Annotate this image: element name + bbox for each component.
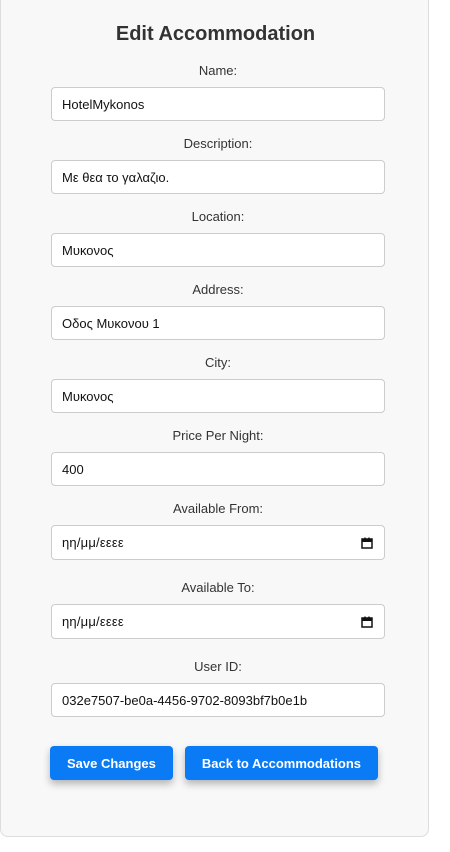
- location-input[interactable]: Μυκονος: [51, 233, 385, 267]
- calendar-icon-svg: [361, 537, 373, 549]
- description-input[interactable]: Με θεα το γαλαζιο.: [51, 160, 385, 194]
- available-to-placeholder: ηη/μμ/εεεε: [62, 614, 124, 629]
- user-id-value: 032e7507-be0a-4456-9702-8093bf7b0e1b: [62, 692, 308, 708]
- address-label: Address:: [192, 282, 244, 297]
- user-id-label: User ID:: [194, 659, 242, 674]
- available-to-date-input[interactable]: ηη/μμ/εεεε: [51, 604, 385, 639]
- accommodation-form: Name: HotelMykonos Description: Με θεα τ…: [51, 62, 385, 731]
- city-label: City:: [205, 355, 231, 370]
- available-from-label: Available From:: [172, 501, 264, 516]
- location-label: Location:: [191, 209, 245, 224]
- user-id-field-group: User ID: 032e7507-be0a-4456-9702-8093bf7…: [51, 658, 385, 717]
- price-per-night-input[interactable]: 400: [51, 452, 385, 486]
- address-input[interactable]: Οδος Μυκονου 1: [51, 306, 385, 340]
- calendar-icon[interactable]: [361, 537, 373, 549]
- city-input[interactable]: Μυκονος: [51, 379, 385, 413]
- name-label: Name:: [198, 63, 238, 78]
- calendar-icon-svg: [361, 616, 373, 628]
- save-changes-button[interactable]: Save Changes: [50, 746, 173, 780]
- description-label: Description:: [183, 136, 253, 151]
- city-input-value: Μυκονος: [62, 388, 114, 404]
- price-per-night-label: Price Per Night:: [172, 428, 264, 443]
- location-input-value: Μυκονος: [62, 242, 114, 258]
- name-input[interactable]: HotelMykonos: [51, 87, 385, 121]
- available-from-placeholder: ηη/μμ/εεεε: [62, 535, 124, 550]
- address-field-group: Address: Οδος Μυκονου 1: [51, 281, 385, 340]
- description-input-value: Με θεα το γαλαζιο.: [62, 169, 170, 185]
- location-field-group: Location: Μυκονος: [51, 208, 385, 267]
- price-per-night-value: 400: [62, 461, 84, 477]
- price-field-group: Price Per Night: 400: [51, 427, 385, 486]
- name-field-group: Name: HotelMykonos: [51, 62, 385, 121]
- city-field-group: City: Μυκονος: [51, 354, 385, 413]
- calendar-icon[interactable]: [361, 616, 373, 628]
- page-title: Edit Accommodation: [115, 23, 316, 45]
- address-input-value: Οδος Μυκονου 1: [62, 315, 160, 331]
- user-id-input[interactable]: 032e7507-be0a-4456-9702-8093bf7b0e1b: [51, 683, 385, 717]
- form-actions: Save Changes Back to Accommodations: [50, 746, 379, 780]
- edit-accommodation-card: Edit Accommodation Name: HotelMykonos De…: [0, 0, 429, 837]
- available-to-field-group: Available To: ηη/μμ/εεεε: [51, 579, 385, 639]
- back-to-accommodations-button[interactable]: Back to Accommodations: [184, 746, 379, 780]
- available-to-label: Available To:: [181, 580, 255, 595]
- available-from-field-group: Available From: ηη/μμ/εεεε: [51, 500, 385, 560]
- available-from-date-input[interactable]: ηη/μμ/εεεε: [51, 525, 385, 560]
- name-input-value: HotelMykonos: [62, 96, 145, 112]
- description-field-group: Description: Με θεα το γαλαζιο.: [51, 135, 385, 194]
